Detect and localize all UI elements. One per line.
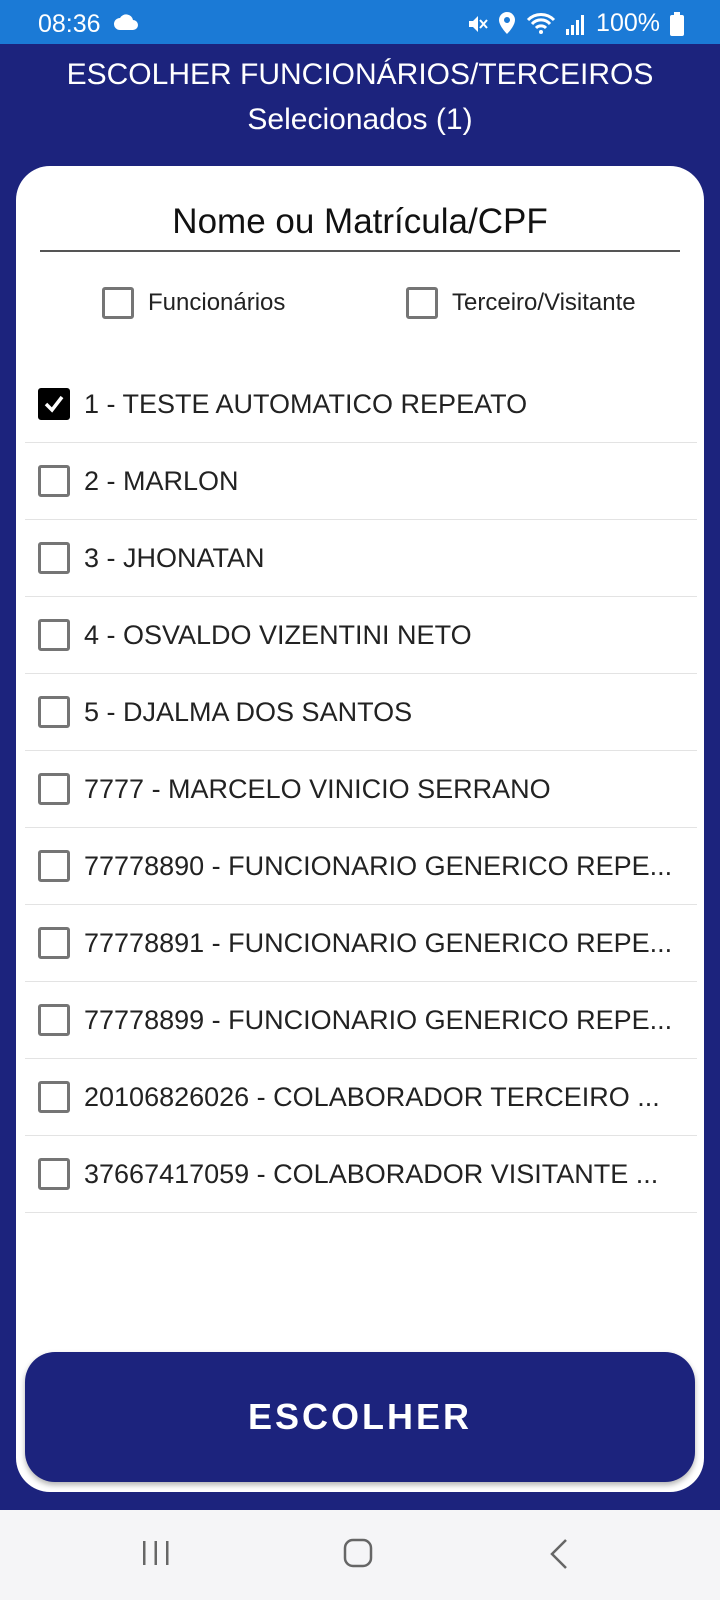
filter-terceiros-checkbox[interactable] bbox=[406, 287, 438, 319]
status-bar: 08:36 100% bbox=[0, 0, 720, 44]
item-checkbox[interactable] bbox=[38, 388, 70, 420]
item-checkbox[interactable] bbox=[38, 850, 70, 882]
list-item[interactable]: 7777 - MARCELO VINICIO SERRANO bbox=[25, 751, 697, 828]
filter-terceiros-label: Terceiro/Visitante bbox=[452, 289, 636, 316]
selected-count: Selecionados (1) bbox=[247, 103, 473, 136]
filter-funcionarios-label: Funcionários bbox=[148, 289, 286, 316]
item-checkbox[interactable] bbox=[38, 465, 70, 497]
item-label: 1 - TESTE AUTOMATICO REPEATO bbox=[84, 388, 528, 419]
battery-icon bbox=[670, 11, 684, 36]
check-icon bbox=[44, 395, 64, 413]
item-label: 20106826026 - COLABORADOR TERCEIRO ... bbox=[84, 1081, 660, 1112]
item-checkbox[interactable] bbox=[38, 696, 70, 728]
mute-icon bbox=[469, 15, 488, 32]
item-checkbox[interactable] bbox=[38, 542, 70, 574]
status-icons: 100% bbox=[466, 9, 684, 38]
list-item[interactable]: 37667417059 - COLABORADOR VISITANTE ... bbox=[25, 1136, 697, 1213]
item-label: 5 - DJALMA DOS SANTOS bbox=[84, 696, 413, 727]
item-label: 3 - JHONATAN bbox=[84, 542, 265, 573]
item-checkbox[interactable] bbox=[38, 1158, 70, 1190]
battery-percent: 100% bbox=[596, 9, 660, 37]
list-item[interactable]: 1 - TESTE AUTOMATICO REPEATO bbox=[25, 366, 697, 443]
navigation-bar bbox=[0, 1510, 720, 1600]
cloud-icon bbox=[114, 14, 138, 30]
back-icon[interactable] bbox=[548, 1538, 570, 1570]
choose-button[interactable]: ESCOLHER bbox=[25, 1352, 695, 1482]
item-label: 4 - OSVALDO VIZENTINI NETO bbox=[84, 619, 472, 650]
filter-funcionarios[interactable]: Funcionários bbox=[102, 287, 285, 319]
home-icon[interactable] bbox=[343, 1538, 373, 1568]
search-input[interactable] bbox=[40, 194, 680, 252]
filter-funcionarios-checkbox[interactable] bbox=[102, 287, 134, 319]
item-label: 2 - MARLON bbox=[84, 465, 239, 496]
item-checkbox[interactable] bbox=[38, 927, 70, 959]
list-item[interactable]: 5 - DJALMA DOS SANTOS bbox=[25, 674, 697, 751]
item-label: 77778899 - FUNCIONARIO GENERICO REPE... bbox=[84, 1004, 673, 1035]
item-checkbox[interactable] bbox=[38, 1081, 70, 1113]
selection-card: Funcionários Terceiro/Visitante 1 - TEST… bbox=[16, 166, 704, 1492]
location-icon bbox=[499, 11, 516, 34]
page-title: ESCOLHER FUNCIONÁRIOS/TERCEIROS bbox=[66, 58, 654, 91]
list-item[interactable]: 20106826026 - COLABORADOR TERCEIRO ... bbox=[25, 1059, 697, 1136]
status-time: 08:36 bbox=[38, 10, 101, 38]
list-item[interactable]: 77778891 - FUNCIONARIO GENERICO REPE... bbox=[25, 905, 697, 982]
list-item[interactable]: 4 - OSVALDO VIZENTINI NETO bbox=[25, 597, 697, 674]
filter-terceiros[interactable]: Terceiro/Visitante bbox=[406, 287, 636, 319]
item-label: 7777 - MARCELO VINICIO SERRANO bbox=[84, 773, 551, 804]
item-label: 77778891 - FUNCIONARIO GENERICO REPE... bbox=[84, 927, 673, 958]
signal-icon bbox=[566, 14, 585, 35]
wifi-icon bbox=[526, 12, 556, 34]
list-item[interactable]: 3 - JHONATAN bbox=[25, 520, 697, 597]
list-item[interactable]: 77778899 - FUNCIONARIO GENERICO REPE... bbox=[25, 982, 697, 1059]
item-checkbox[interactable] bbox=[38, 773, 70, 805]
item-label: 77778890 - FUNCIONARIO GENERICO REPE... bbox=[84, 850, 673, 881]
recent-apps-icon[interactable] bbox=[140, 1538, 172, 1568]
item-checkbox[interactable] bbox=[38, 1004, 70, 1036]
employee-list: 1 - TESTE AUTOMATICO REPEATO 2 - MARLON … bbox=[25, 366, 697, 1213]
list-item[interactable]: 77778890 - FUNCIONARIO GENERICO REPE... bbox=[25, 828, 697, 905]
header: ESCOLHER FUNCIONÁRIOS/TERCEIROS Selecion… bbox=[0, 56, 720, 140]
item-checkbox[interactable] bbox=[38, 619, 70, 651]
item-label: 37667417059 - COLABORADOR VISITANTE ... bbox=[84, 1158, 659, 1189]
list-item[interactable]: 2 - MARLON bbox=[25, 443, 697, 520]
filter-row: Funcionários Terceiro/Visitante bbox=[16, 287, 704, 327]
